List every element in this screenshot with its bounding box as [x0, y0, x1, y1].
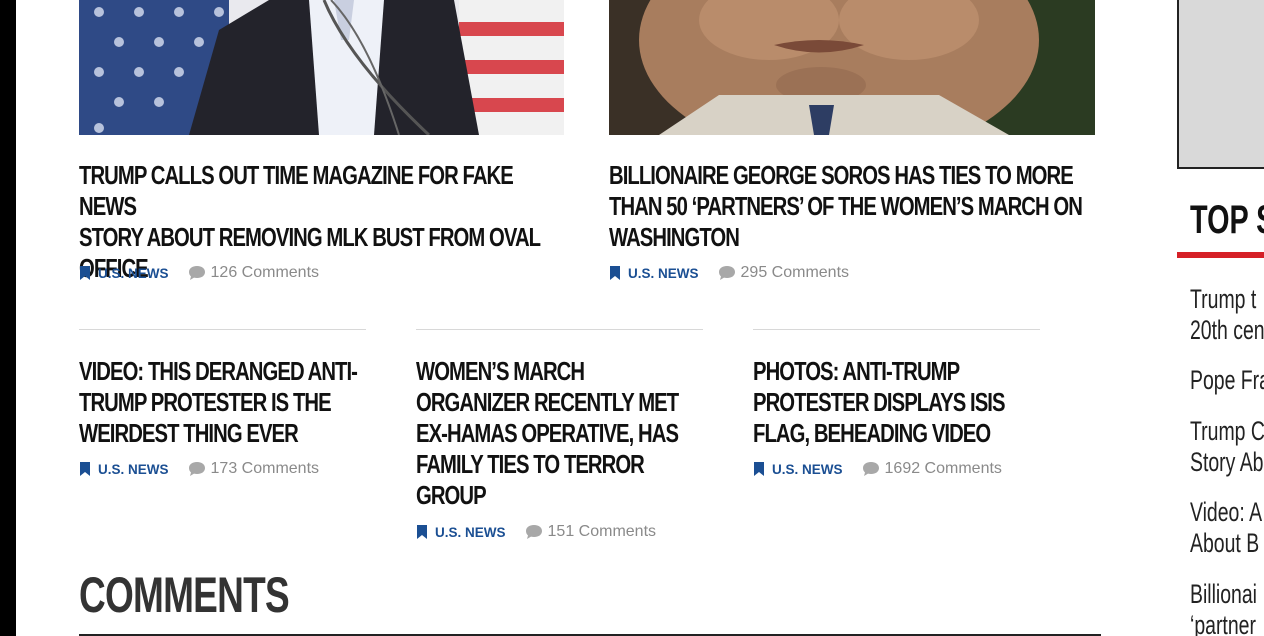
- speech-bubble-icon: [188, 266, 205, 280]
- speech-bubble-icon: [862, 462, 879, 476]
- headline-line[interactable]: PROTESTER DISPLAYS ISIS: [753, 387, 1006, 417]
- article-image-trump-podium[interactable]: [79, 0, 564, 135]
- comments-link[interactable]: 126 Comments: [188, 264, 320, 282]
- headline-line[interactable]: THAN 50 ‘PARTNERS’ OF THE WOMEN’S MARCH …: [609, 191, 1083, 221]
- comment-count[interactable]: 173 Comments: [211, 460, 320, 478]
- category-label[interactable]: U.S. NEWS: [628, 266, 699, 281]
- category-label[interactable]: U.S. NEWS: [98, 462, 169, 477]
- bookmark-icon: [754, 462, 764, 476]
- top-story-link[interactable]: Trump t 20th cen: [1190, 284, 1264, 346]
- sidebar-ad-slot[interactable]: [1177, 0, 1264, 169]
- bookmark-icon: [80, 266, 90, 280]
- top-stories-rule: [1177, 252, 1264, 258]
- headline-line[interactable]: WOMEN’S MARCH: [416, 356, 585, 386]
- comments-link[interactable]: 173 Comments: [188, 460, 320, 478]
- article-meta: U.S. NEWS 126 Comments: [79, 264, 319, 282]
- headline-line[interactable]: FLAG, BEHEADING VIDEO: [753, 418, 991, 448]
- article-headline[interactable]: WOMEN’S MARCH ORGANIZER RECENTLY MET EX-…: [416, 356, 712, 511]
- comments-heading: COMMENTS: [79, 567, 290, 623]
- comment-count[interactable]: 295 Comments: [741, 264, 850, 282]
- top-story-link[interactable]: Video: A About B: [1190, 497, 1262, 559]
- comment-count[interactable]: 1692 Comments: [885, 460, 1002, 478]
- article-meta: U.S. NEWS 173 Comments: [79, 460, 319, 478]
- category-label[interactable]: U.S. NEWS: [435, 525, 506, 540]
- story-line[interactable]: Pope Fra: [1190, 365, 1264, 395]
- story-line[interactable]: Billionai: [1190, 579, 1257, 609]
- headline-line[interactable]: TRUMP CALLS OUT TIME MAGAZINE FOR FAKE N…: [79, 160, 514, 221]
- story-line[interactable]: Story Ab: [1190, 447, 1263, 477]
- comments-link[interactable]: 151 Comments: [525, 523, 657, 541]
- comment-count[interactable]: 126 Comments: [211, 264, 320, 282]
- headline-line[interactable]: FAMILY TIES TO TERROR: [416, 449, 645, 479]
- story-line[interactable]: 20th cen: [1190, 315, 1264, 345]
- flag-podium-photo: [79, 0, 564, 135]
- headline-line[interactable]: VIDEO: THIS DERANGED ANTI-: [79, 356, 358, 386]
- article-headline[interactable]: PHOTOS: ANTI-TRUMP PROTESTER DISPLAYS IS…: [753, 356, 1049, 449]
- article-meta: U.S. NEWS 295 Comments: [609, 264, 849, 282]
- divider: [753, 329, 1040, 330]
- left-edge-bar: [0, 0, 16, 636]
- headline-line[interactable]: ORGANIZER RECENTLY MET: [416, 387, 679, 417]
- top-story-link[interactable]: Trump C Story Ab: [1190, 416, 1264, 478]
- page: TRUMP CALLS OUT TIME MAGAZINE FOR FAKE N…: [0, 0, 1264, 636]
- category-link[interactable]: U.S. NEWS: [753, 462, 843, 477]
- headline-line[interactable]: PHOTOS: ANTI-TRUMP: [753, 356, 960, 386]
- category-link[interactable]: U.S. NEWS: [609, 266, 699, 281]
- top-stories-heading: TOP S: [1190, 198, 1264, 242]
- divider: [416, 329, 703, 330]
- category-link[interactable]: U.S. NEWS: [79, 266, 169, 281]
- headline-line[interactable]: TRUMP PROTESTER IS THE: [79, 387, 332, 417]
- speech-bubble-icon: [718, 266, 735, 280]
- article-headline[interactable]: VIDEO: THIS DERANGED ANTI- TRUMP PROTEST…: [79, 356, 375, 449]
- article-image-soros[interactable]: [609, 0, 1095, 135]
- headline-line[interactable]: WEIRDEST THING EVER: [79, 418, 299, 448]
- divider: [79, 329, 366, 330]
- category-label[interactable]: U.S. NEWS: [772, 462, 843, 477]
- story-line[interactable]: Trump t: [1190, 284, 1256, 314]
- headline-line[interactable]: EX-HAMAS OPERATIVE, HAS: [416, 418, 679, 448]
- article-meta: U.S. NEWS 1692 Comments: [753, 460, 1002, 478]
- story-line[interactable]: About B: [1190, 528, 1259, 558]
- story-line[interactable]: Trump C: [1190, 416, 1264, 446]
- soros-portrait-photo: [609, 0, 1095, 135]
- category-label[interactable]: U.S. NEWS: [98, 266, 169, 281]
- top-story-link[interactable]: Pope Fra: [1190, 365, 1264, 396]
- comment-count[interactable]: 151 Comments: [548, 523, 657, 541]
- article-headline[interactable]: BILLIONAIRE GEORGE SOROS HAS TIES TO MOR…: [609, 160, 1100, 253]
- bookmark-icon: [610, 266, 620, 280]
- headline-line[interactable]: GROUP: [416, 480, 487, 510]
- comments-link[interactable]: 295 Comments: [718, 264, 850, 282]
- category-link[interactable]: U.S. NEWS: [416, 525, 506, 540]
- article-meta: U.S. NEWS 151 Comments: [416, 523, 656, 541]
- top-story-link[interactable]: Billionai ‘partner: [1190, 579, 1257, 636]
- story-line[interactable]: Video: A: [1190, 497, 1262, 527]
- story-line[interactable]: ‘partner: [1190, 610, 1256, 636]
- bookmark-icon: [417, 525, 427, 539]
- bookmark-icon: [80, 462, 90, 476]
- speech-bubble-icon: [188, 462, 205, 476]
- category-link[interactable]: U.S. NEWS: [79, 462, 169, 477]
- speech-bubble-icon: [525, 525, 542, 539]
- headline-line[interactable]: STORY ABOUT REMOVING MLK BUST FROM OVAL: [79, 222, 541, 252]
- comments-link[interactable]: 1692 Comments: [862, 460, 1002, 478]
- headline-line[interactable]: BILLIONAIRE GEORGE SOROS HAS TIES TO MOR…: [609, 160, 1074, 190]
- headline-line[interactable]: WASHINGTON: [609, 222, 740, 252]
